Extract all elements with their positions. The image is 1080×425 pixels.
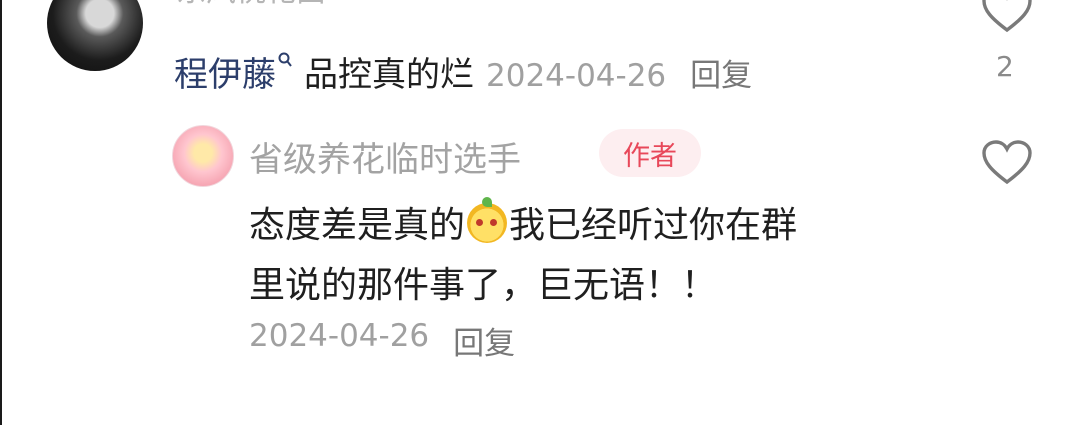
reply-text: 品控真的烂: [304, 55, 474, 95]
comment-username[interactable]: 东风桃花面: [176, 0, 326, 10]
author-reply-date: 2024-04-26: [249, 318, 430, 354]
comment-text-part2: 我已经听过你在群: [509, 205, 798, 246]
left-edge-border: [0, 0, 2, 425]
comment-line-2: 里说的那件事了，巨无语！！: [249, 265, 718, 306]
reply-button[interactable]: 回复: [690, 50, 752, 95]
comment-text-part1: 态度差是真的: [249, 205, 466, 246]
avatar[interactable]: [172, 125, 234, 187]
author-badge: 作者: [599, 129, 701, 177]
avatar[interactable]: [47, 0, 143, 71]
reply-username[interactable]: 程伊藤: [174, 47, 276, 96]
author-username[interactable]: 省级养花临时选手: [249, 132, 521, 181]
like-button[interactable]: [981, 0, 1033, 34]
pear-emoji-icon: [467, 197, 508, 243]
reply-button[interactable]: 回复: [453, 318, 515, 363]
comment-line-1: 态度差是真的 我已经听过你在群: [249, 196, 949, 256]
heart-outline-icon: [982, 0, 1032, 33]
search-icon: [278, 52, 292, 73]
comment-text: 态度差是真的 我已经听过你在群 里说的那件事了，巨无语！！: [249, 196, 949, 316]
heart-outline-icon: [982, 140, 1032, 185]
like-count: 2: [996, 50, 1014, 83]
like-button[interactable]: [981, 140, 1033, 186]
reply-row: 程伊藤 品控真的烂 2024-04-26 回复: [174, 47, 752, 96]
author-reply-meta: 2024-04-26 回复: [249, 318, 515, 363]
reply-date: 2024-04-26: [486, 58, 667, 94]
